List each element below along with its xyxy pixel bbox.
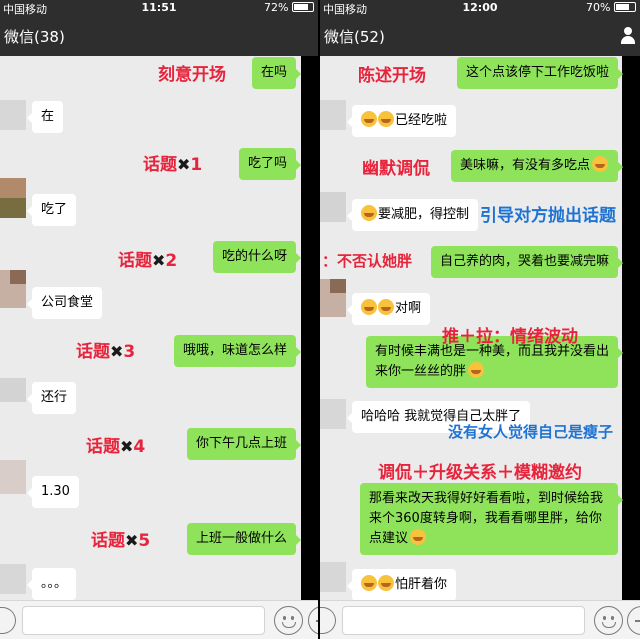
emoji-icon[interactable]	[274, 606, 303, 635]
message-input[interactable]	[342, 606, 585, 635]
contact-avatar[interactable]	[0, 458, 26, 496]
nav-bar: 微信(38)	[0, 16, 318, 56]
cry-emoji-icon	[361, 575, 377, 591]
cry-emoji-icon	[361, 205, 377, 221]
voice-icon[interactable]	[320, 607, 336, 634]
laughing-emoji-icon	[378, 111, 394, 127]
annotation-label: 幽默调侃	[362, 159, 430, 179]
contact-avatar[interactable]	[320, 96, 346, 134]
annotation-label: 话题✖2	[118, 251, 178, 271]
back-to-chats[interactable]: 微信(38)	[4, 26, 65, 47]
annotation-label: 话题✖5	[91, 531, 151, 551]
annotation-label: 没有女人觉得自己是瘦子	[448, 423, 614, 441]
contact-avatar[interactable]	[0, 96, 26, 134]
status-bar: 中国移动 11:51 72%	[0, 0, 318, 16]
input-bar	[320, 600, 640, 639]
battery-percent: 70%	[586, 1, 611, 14]
annotation-label: 调侃＋升级关系＋模糊邀约	[378, 463, 582, 483]
nav-bar: 微信(52)	[320, 16, 640, 56]
message-bubble-sent[interactable]: 自己养的肉，哭着也要减完嘛	[430, 246, 624, 278]
battery-icon	[614, 2, 636, 12]
message-bubble-sent[interactable]: 上班一般做什么	[186, 523, 302, 555]
message-bubble-received[interactable]: 对啊	[346, 293, 431, 325]
contact-avatar-strip	[622, 56, 640, 600]
battery-icon	[292, 2, 314, 12]
status-bar: 中国移动 12:00 70%	[320, 0, 640, 16]
message-bubble-sent[interactable]: 你下午几点上班	[186, 428, 302, 460]
message-bubble-received[interactable]: 怕肝着你	[346, 569, 457, 601]
contact-avatar[interactable]	[320, 395, 346, 433]
message-bubble-received[interactable]: 在	[26, 101, 64, 133]
contact-avatar[interactable]	[320, 188, 346, 226]
message-bubble-received[interactable]: 。。。	[26, 568, 77, 600]
smile-emoji-icon	[592, 156, 608, 172]
message-bubble-sent[interactable]: 吃的什么呀	[212, 241, 302, 273]
emoji-icon[interactable]	[594, 606, 623, 635]
annotation-label: ：不否认她胖	[322, 252, 413, 270]
contact-avatar[interactable]	[320, 279, 346, 317]
message-bubble-received[interactable]: 要减肥，得控制	[346, 199, 479, 231]
battery-percent: 72%	[264, 1, 289, 14]
annotation-label: 刻意开场	[158, 65, 226, 85]
cry-emoji-icon	[378, 575, 394, 591]
annotation-label: 话题✖1	[143, 155, 203, 175]
annotation-label: 陈述开场	[358, 66, 426, 86]
plus-icon[interactable]	[308, 606, 318, 635]
message-bubble-received[interactable]: 公司食堂	[26, 287, 103, 319]
message-bubble-received[interactable]: 还行	[26, 382, 77, 414]
laughing-emoji-icon	[378, 299, 394, 315]
contact-avatar[interactable]	[0, 270, 26, 308]
message-bubble-received[interactable]: 吃了	[26, 194, 77, 226]
message-input[interactable]	[22, 606, 265, 635]
battery-status: 70%	[586, 1, 636, 14]
message-bubble-received[interactable]: 1.30	[27, 476, 79, 508]
message-bubble-sent[interactable]: 吃了吗	[238, 148, 302, 180]
message-bubble-sent[interactable]: 那看来改天我得好好看看啦，到时候给我来个360度转身啊，我看看哪里胖，给你点建议	[360, 483, 623, 555]
annotation-label: 话题✖3	[76, 342, 136, 362]
chat-screen-right: 中国移动 12:00 70% 微信(52) 这个点该停下工作吃饭啦 已经吃啦 美…	[320, 0, 640, 639]
back-to-chats[interactable]: 微信(52)	[324, 26, 385, 47]
annotation-label: 推＋拉：情绪波动	[442, 327, 578, 347]
contact-avatar[interactable]	[0, 556, 26, 594]
input-bar	[0, 600, 318, 639]
message-bubble-sent[interactable]: 这个点该停下工作吃饭啦	[456, 57, 624, 89]
annotation-label: 话题✖4	[86, 437, 146, 457]
battery-status: 72%	[264, 1, 314, 14]
annotation-label: 引导对方抛出话题	[480, 206, 616, 226]
contact-avatar-strip	[301, 56, 318, 600]
contact-avatar[interactable]	[320, 556, 346, 594]
chat-screen-left: 中国移动 11:51 72% 微信(38) 在吗 在 吃了吗 吃了 吃的什么呀 …	[0, 0, 318, 639]
contact-avatar[interactable]	[0, 178, 26, 218]
laughing-emoji-icon	[361, 299, 377, 315]
smile-emoji-icon	[410, 529, 427, 545]
smile-emoji-icon	[468, 362, 485, 378]
message-bubble-sent[interactable]: 美味嘛，有没有多吃点	[450, 150, 624, 182]
message-bubble-sent[interactable]: 在吗	[251, 57, 302, 89]
message-bubble-sent[interactable]: 哦哦，味道怎么样	[173, 335, 302, 367]
contact-avatar[interactable]	[0, 370, 26, 408]
chat-info-icon[interactable]	[620, 27, 636, 45]
voice-icon[interactable]	[0, 607, 16, 634]
laughing-emoji-icon	[361, 111, 377, 127]
message-bubble-received[interactable]: 已经吃啦	[346, 105, 457, 137]
plus-icon[interactable]	[627, 606, 640, 635]
